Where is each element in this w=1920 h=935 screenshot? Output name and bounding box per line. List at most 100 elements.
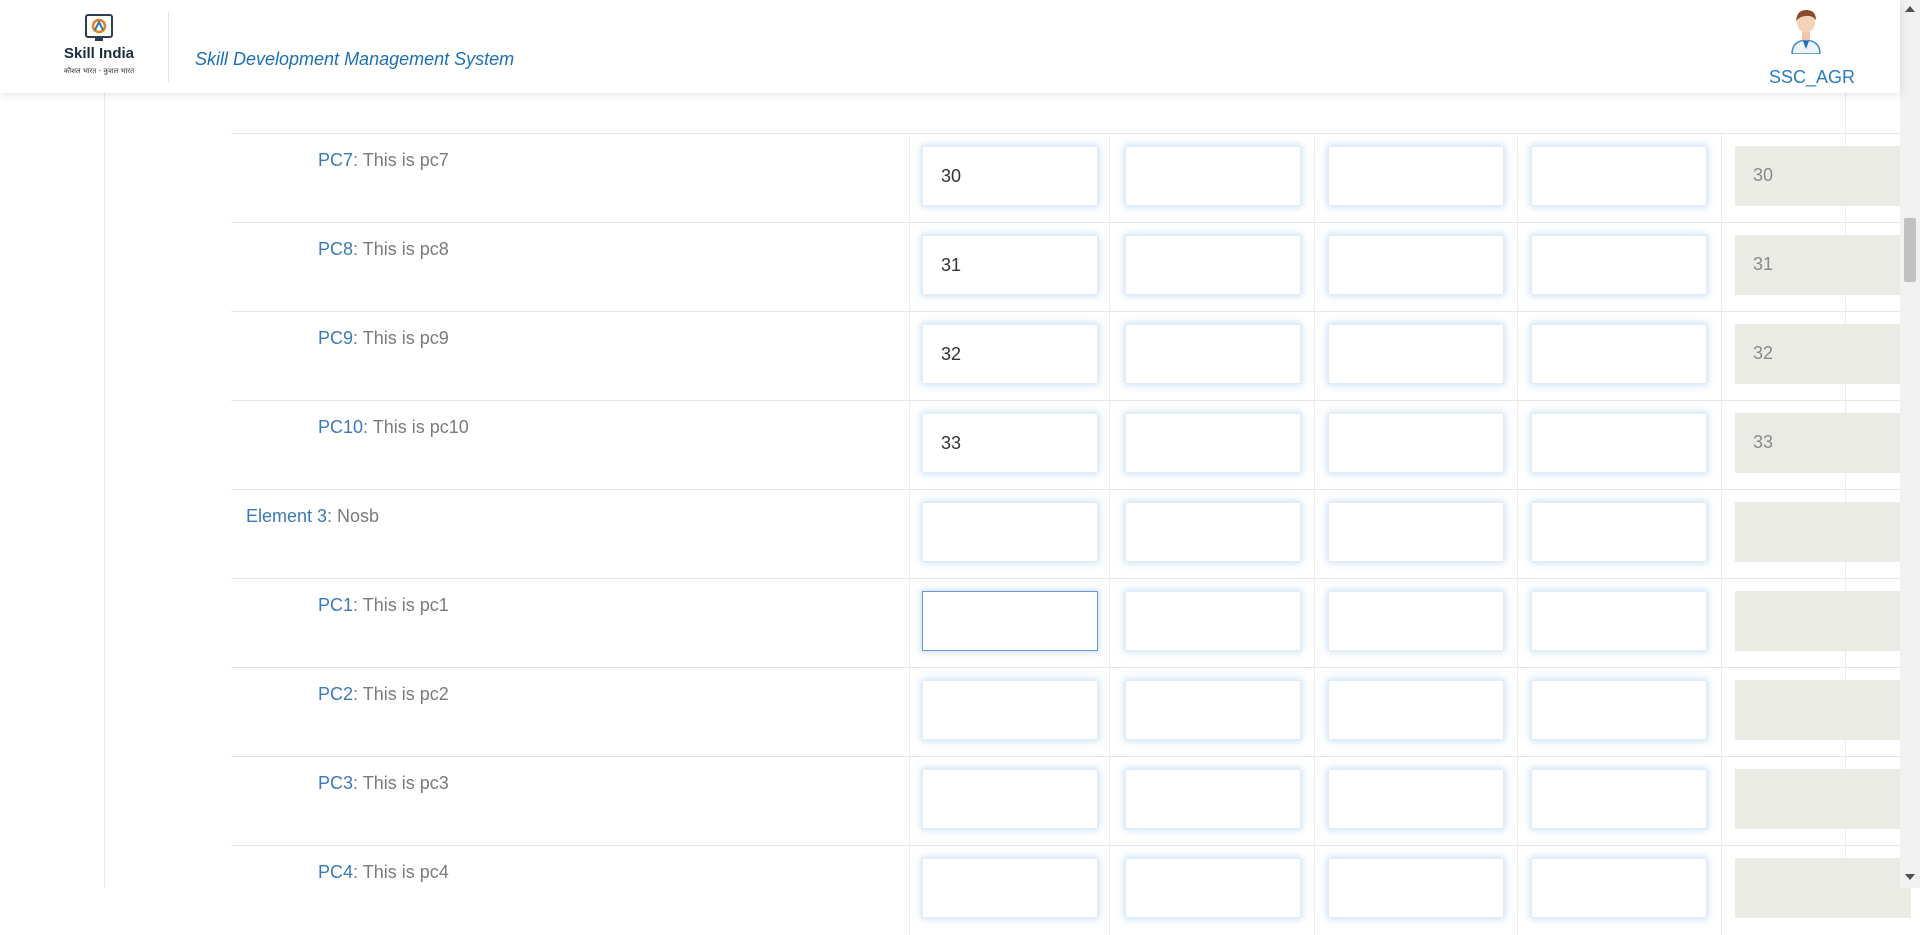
total-marks-field: [1735, 858, 1911, 918]
total-marks-field: [1735, 502, 1911, 562]
column-divider: [1517, 223, 1518, 312]
row-code: PC4: [318, 862, 354, 882]
marks-input-4[interactable]: [1531, 235, 1707, 295]
row-code: PC1: [318, 595, 354, 615]
marks-input-3[interactable]: [1328, 324, 1504, 384]
marks-input-3[interactable]: [1328, 680, 1504, 740]
column-divider: [909, 312, 910, 401]
column-divider: [1314, 401, 1315, 490]
row-description: : This is pc10: [363, 417, 469, 437]
marks-input-2[interactable]: [1125, 858, 1301, 918]
vertical-scrollbar[interactable]: [1900, 0, 1920, 888]
marks-input-4[interactable]: [1531, 146, 1707, 206]
column-divider: [1721, 490, 1722, 579]
marks-input-3[interactable]: [1328, 769, 1504, 829]
column-divider: [1517, 579, 1518, 668]
column-divider: [1314, 490, 1315, 579]
marks-input-2[interactable]: [1125, 680, 1301, 740]
column-divider: [909, 223, 910, 312]
marks-input-2[interactable]: [1125, 324, 1301, 384]
total-marks-field: 30: [1735, 146, 1911, 206]
row-label: PC9: This is pc9: [318, 328, 449, 349]
column-divider: [1314, 846, 1315, 935]
column-divider: [909, 579, 910, 668]
marks-input-3[interactable]: [1328, 502, 1504, 562]
column-divider: [1109, 757, 1110, 846]
marks-input-4[interactable]: [1531, 680, 1707, 740]
total-marks-field: 31: [1735, 235, 1911, 295]
column-divider: [1314, 668, 1315, 757]
user-avatar-icon[interactable]: [1783, 8, 1829, 54]
marks-input-2[interactable]: [1125, 769, 1301, 829]
marks-input-2[interactable]: [1125, 413, 1301, 473]
column-divider: [1314, 757, 1315, 846]
column-divider: [1721, 223, 1722, 312]
total-marks-field: [1735, 769, 1911, 829]
svg-text:कौशल भारत - कुशल भारत: कौशल भारत - कुशल भारत: [64, 66, 135, 75]
marks-input-4[interactable]: [1531, 591, 1707, 651]
column-divider: [1517, 757, 1518, 846]
scroll-up-arrow-icon[interactable]: [1905, 6, 1915, 12]
column-divider: [1314, 134, 1315, 223]
row-description: : This is pc3: [353, 773, 449, 793]
column-divider: [1721, 401, 1722, 490]
marks-input-3[interactable]: [1328, 591, 1504, 651]
marks-input-4[interactable]: [1531, 858, 1707, 918]
marks-input-1[interactable]: [922, 680, 1098, 740]
column-divider: [909, 846, 910, 935]
column-divider: [1721, 312, 1722, 401]
top-header: Skill India कौशल भारत - कुशल भारत Skill …: [0, 0, 1900, 93]
marks-input-3[interactable]: [1328, 146, 1504, 206]
column-divider: [909, 401, 910, 490]
total-marks-field: [1735, 591, 1911, 651]
marks-input-2[interactable]: [1125, 502, 1301, 562]
column-divider: [1314, 312, 1315, 401]
marks-input-3[interactable]: [1328, 858, 1504, 918]
total-marks-field: 33: [1735, 413, 1911, 473]
marks-input-1[interactable]: [922, 502, 1098, 562]
skill-india-logo[interactable]: Skill India कौशल भारत - कुशल भारत: [44, 12, 154, 80]
column-divider: [1109, 490, 1110, 579]
column-divider: [1721, 757, 1722, 846]
marks-input-1[interactable]: 31: [922, 235, 1098, 295]
scroll-thumb[interactable]: [1904, 218, 1916, 282]
row-code: Element 3: [246, 506, 328, 526]
marks-input-4[interactable]: [1531, 413, 1707, 473]
marks-input-1[interactable]: [922, 591, 1098, 651]
marks-input-4[interactable]: [1531, 502, 1707, 562]
column-divider: [1517, 490, 1518, 579]
row-code: PC9: [318, 328, 354, 348]
marks-input-2[interactable]: [1125, 235, 1301, 295]
row-description: : This is pc9: [353, 328, 449, 348]
row-label: PC2: This is pc2: [318, 684, 449, 705]
username-link[interactable]: SSC_AGR: [1769, 67, 1855, 88]
marks-input-3[interactable]: [1328, 413, 1504, 473]
scroll-down-arrow-icon[interactable]: [1905, 874, 1915, 880]
marks-input-1[interactable]: 32: [922, 324, 1098, 384]
pc-row: PC10: This is pc10 33 33: [231, 400, 1920, 490]
row-label: PC1: This is pc1: [318, 595, 449, 616]
marks-input-1[interactable]: [922, 769, 1098, 829]
marks-input-4[interactable]: [1531, 324, 1707, 384]
column-divider: [1109, 312, 1110, 401]
pc-row: PC8: This is pc8 31 31: [231, 222, 1920, 312]
column-divider: [1109, 401, 1110, 490]
marks-input-2[interactable]: [1125, 591, 1301, 651]
column-divider: [1517, 668, 1518, 757]
column-divider: [1109, 223, 1110, 312]
total-marks-field: 32: [1735, 324, 1911, 384]
marks-input-2[interactable]: [1125, 146, 1301, 206]
marks-input-1[interactable]: [922, 858, 1098, 918]
column-divider: [909, 134, 910, 223]
marks-input-1[interactable]: 33: [922, 413, 1098, 473]
marks-input-4[interactable]: [1531, 769, 1707, 829]
marks-input-1[interactable]: 30: [922, 146, 1098, 206]
marks-input-3[interactable]: [1328, 235, 1504, 295]
column-divider: [909, 668, 910, 757]
column-divider: [1721, 579, 1722, 668]
system-title: Skill Development Management System: [195, 49, 515, 69]
marks-card: 2929PC7: This is pc73030PC8: This is pc8…: [104, 0, 1920, 935]
header-divider: [168, 12, 169, 82]
element-row: Element 3: Nosb: [231, 489, 1920, 579]
pc-row: PC7: This is pc7 30 30: [231, 133, 1920, 223]
